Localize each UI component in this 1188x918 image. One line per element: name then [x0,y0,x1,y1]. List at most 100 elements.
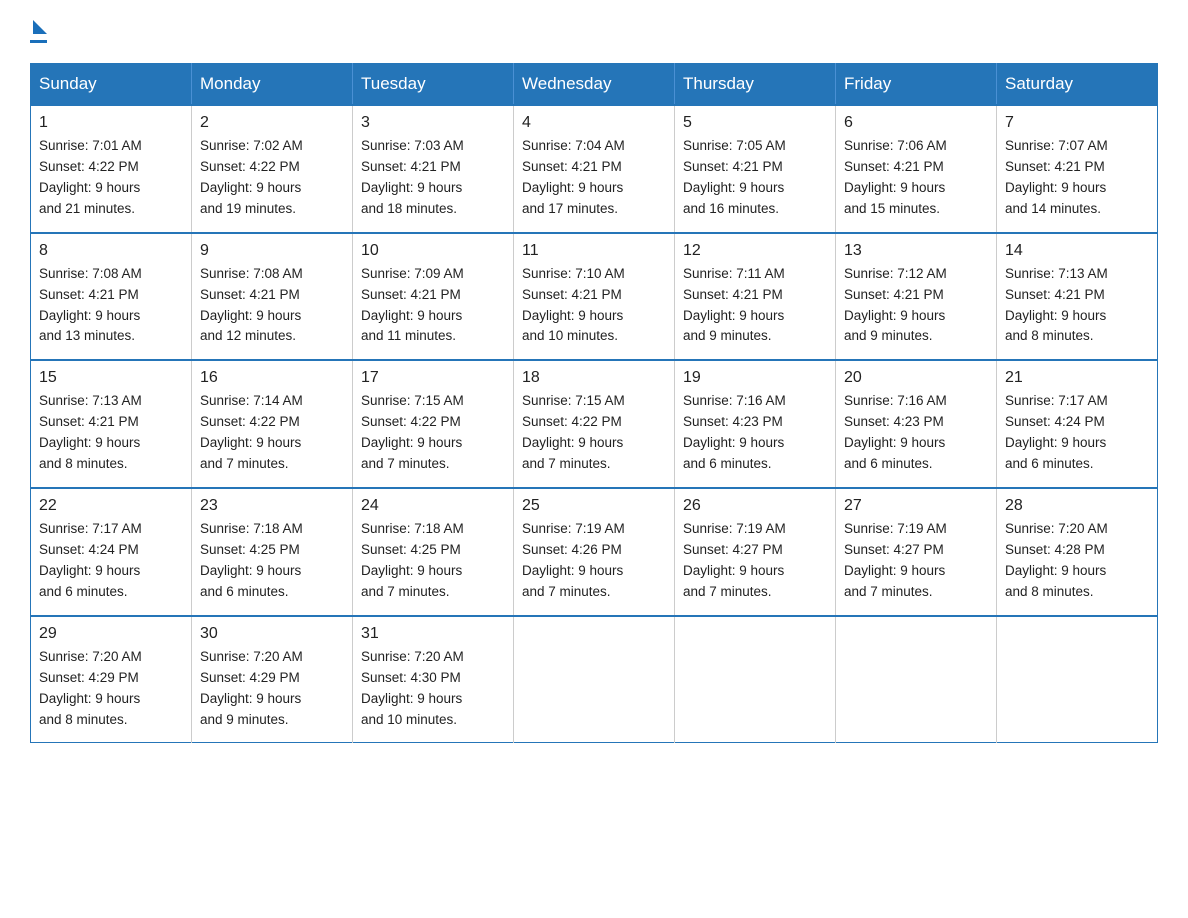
calendar-cell: 19 Sunrise: 7:16 AMSunset: 4:23 PMDayligh… [675,360,836,488]
day-info: Sunrise: 7:07 AMSunset: 4:21 PMDaylight:… [1005,136,1149,220]
day-number: 13 [844,242,988,260]
day-info: Sunrise: 7:02 AMSunset: 4:22 PMDaylight:… [200,136,344,220]
calendar-cell: 2 Sunrise: 7:02 AMSunset: 4:22 PMDaylight… [192,105,353,233]
calendar-cell: 10Sunrise: 7:09 AMSunset: 4:21 PMDayligh… [353,233,514,361]
day-number: 22 [39,497,183,515]
day-info: Sunrise: 7:15 AMSunset: 4:22 PMDaylight:… [522,391,666,475]
day-number: 31 [361,625,505,643]
calendar-cell: 21 Sunrise: 7:17 AMSunset: 4:24 PMDayligh… [997,360,1158,488]
day-number: 2 [200,114,344,132]
day-info: Sunrise: 7:04 AMSunset: 4:21 PMDaylight:… [522,136,666,220]
day-number: 17 [361,369,505,387]
day-info: Sunrise: 7:20 AMSunset: 4:30 PMDaylight:… [361,647,505,731]
logo-underline [30,40,47,43]
day-number: 27 [844,497,988,515]
calendar-cell: 6 Sunrise: 7:06 AMSunset: 4:21 PMDaylight… [836,105,997,233]
calendar-cell: 25 Sunrise: 7:19 AMSunset: 4:26 PMDayligh… [514,488,675,616]
calendar-cell: 13 Sunrise: 7:12 AMSunset: 4:21 PMDayligh… [836,233,997,361]
day-info: Sunrise: 7:17 AMSunset: 4:24 PMDaylight:… [1005,391,1149,475]
day-number: 24 [361,497,505,515]
calendar-cell: 29 Sunrise: 7:20 AMSunset: 4:29 PMDayligh… [31,616,192,743]
calendar-header-tuesday: Tuesday [353,64,514,106]
day-number: 21 [1005,369,1149,387]
logo-arrow-icon [33,20,47,34]
day-info: Sunrise: 7:19 AMSunset: 4:26 PMDaylight:… [522,519,666,603]
calendar-table: SundayMondayTuesdayWednesdayThursdayFrid… [30,63,1158,743]
calendar-cell: 4 Sunrise: 7:04 AMSunset: 4:21 PMDaylight… [514,105,675,233]
day-info: Sunrise: 7:20 AMSunset: 4:29 PMDaylight:… [200,647,344,731]
day-info: Sunrise: 7:19 AMSunset: 4:27 PMDaylight:… [844,519,988,603]
calendar-header-saturday: Saturday [997,64,1158,106]
day-info: Sunrise: 7:13 AMSunset: 4:21 PMDaylight:… [39,391,183,475]
day-number: 3 [361,114,505,132]
calendar-week-row: 15Sunrise: 7:13 AMSunset: 4:21 PMDayligh… [31,360,1158,488]
day-info: Sunrise: 7:09 AMSunset: 4:21 PMDaylight:… [361,264,505,348]
day-info: Sunrise: 7:18 AMSunset: 4:25 PMDaylight:… [200,519,344,603]
day-number: 23 [200,497,344,515]
calendar-week-row: 1 Sunrise: 7:01 AMSunset: 4:22 PMDaylight… [31,105,1158,233]
day-number: 28 [1005,497,1149,515]
day-info: Sunrise: 7:16 AMSunset: 4:23 PMDaylight:… [844,391,988,475]
day-number: 5 [683,114,827,132]
calendar-cell: 11Sunrise: 7:10 AMSunset: 4:21 PMDayligh… [514,233,675,361]
day-number: 18 [522,369,666,387]
day-info: Sunrise: 7:16 AMSunset: 4:23 PMDaylight:… [683,391,827,475]
day-number: 12 [683,242,827,260]
day-number: 26 [683,497,827,515]
calendar-week-row: 22Sunrise: 7:17 AMSunset: 4:24 PMDayligh… [31,488,1158,616]
calendar-cell: 31 Sunrise: 7:20 AMSunset: 4:30 PMDayligh… [353,616,514,743]
day-number: 1 [39,114,183,132]
calendar-header-friday: Friday [836,64,997,106]
calendar-cell: 22Sunrise: 7:17 AMSunset: 4:24 PMDayligh… [31,488,192,616]
calendar-cell [836,616,997,743]
day-number: 8 [39,242,183,260]
logo [30,20,47,43]
day-info: Sunrise: 7:14 AMSunset: 4:22 PMDaylight:… [200,391,344,475]
day-number: 29 [39,625,183,643]
calendar-cell: 30 Sunrise: 7:20 AMSunset: 4:29 PMDayligh… [192,616,353,743]
day-info: Sunrise: 7:03 AMSunset: 4:21 PMDaylight:… [361,136,505,220]
day-number: 25 [522,497,666,515]
day-info: Sunrise: 7:18 AMSunset: 4:25 PMDaylight:… [361,519,505,603]
day-info: Sunrise: 7:20 AMSunset: 4:28 PMDaylight:… [1005,519,1149,603]
calendar-cell [675,616,836,743]
day-info: Sunrise: 7:01 AMSunset: 4:22 PMDaylight:… [39,136,183,220]
calendar-cell: 5 Sunrise: 7:05 AMSunset: 4:21 PMDaylight… [675,105,836,233]
day-number: 4 [522,114,666,132]
day-info: Sunrise: 7:15 AMSunset: 4:22 PMDaylight:… [361,391,505,475]
calendar-header-sunday: Sunday [31,64,192,106]
calendar-cell: 12 Sunrise: 7:11 AMSunset: 4:21 PMDayligh… [675,233,836,361]
day-number: 20 [844,369,988,387]
day-info: Sunrise: 7:05 AMSunset: 4:21 PMDaylight:… [683,136,827,220]
calendar-cell: 18 Sunrise: 7:15 AMSunset: 4:22 PMDayligh… [514,360,675,488]
calendar-header-monday: Monday [192,64,353,106]
calendar-header-wednesday: Wednesday [514,64,675,106]
day-info: Sunrise: 7:13 AMSunset: 4:21 PMDaylight:… [1005,264,1149,348]
calendar-cell: 3 Sunrise: 7:03 AMSunset: 4:21 PMDaylight… [353,105,514,233]
day-number: 19 [683,369,827,387]
day-info: Sunrise: 7:20 AMSunset: 4:29 PMDaylight:… [39,647,183,731]
calendar-cell: 9 Sunrise: 7:08 AMSunset: 4:21 PMDaylight… [192,233,353,361]
day-number: 9 [200,242,344,260]
day-number: 14 [1005,242,1149,260]
day-info: Sunrise: 7:08 AMSunset: 4:21 PMDaylight:… [200,264,344,348]
calendar-cell: 28 Sunrise: 7:20 AMSunset: 4:28 PMDayligh… [997,488,1158,616]
day-info: Sunrise: 7:08 AMSunset: 4:21 PMDaylight:… [39,264,183,348]
page-header [30,20,1158,43]
day-number: 30 [200,625,344,643]
calendar-cell: 14 Sunrise: 7:13 AMSunset: 4:21 PMDayligh… [997,233,1158,361]
calendar-cell [514,616,675,743]
calendar-cell: 7Sunrise: 7:07 AMSunset: 4:21 PMDaylight… [997,105,1158,233]
calendar-cell: 15Sunrise: 7:13 AMSunset: 4:21 PMDayligh… [31,360,192,488]
calendar-header-thursday: Thursday [675,64,836,106]
day-info: Sunrise: 7:12 AMSunset: 4:21 PMDaylight:… [844,264,988,348]
day-number: 6 [844,114,988,132]
calendar-cell: 23 Sunrise: 7:18 AMSunset: 4:25 PMDayligh… [192,488,353,616]
day-info: Sunrise: 7:06 AMSunset: 4:21 PMDaylight:… [844,136,988,220]
calendar-cell [997,616,1158,743]
day-info: Sunrise: 7:11 AMSunset: 4:21 PMDaylight:… [683,264,827,348]
calendar-cell: 20 Sunrise: 7:16 AMSunset: 4:23 PMDayligh… [836,360,997,488]
calendar-cell: 26Sunrise: 7:19 AMSunset: 4:27 PMDayligh… [675,488,836,616]
calendar-week-row: 29 Sunrise: 7:20 AMSunset: 4:29 PMDayligh… [31,616,1158,743]
calendar-header-row: SundayMondayTuesdayWednesdayThursdayFrid… [31,64,1158,106]
